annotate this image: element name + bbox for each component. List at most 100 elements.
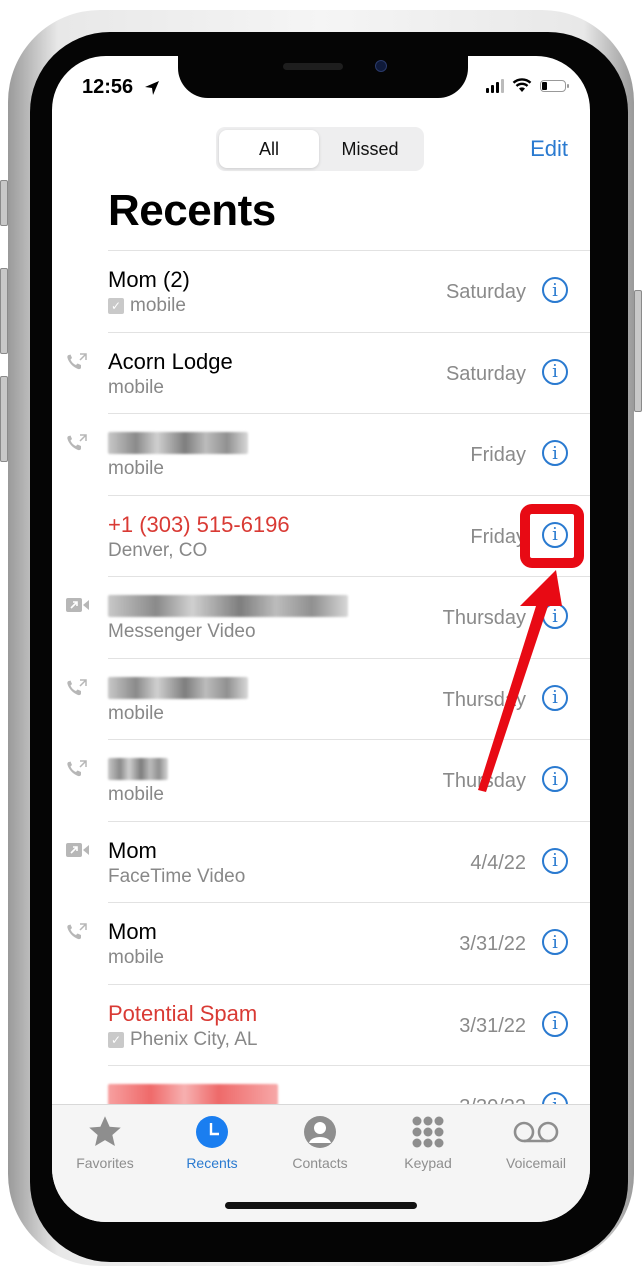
call-subtitle: FaceTime Video (108, 866, 245, 888)
page-title: Recents (108, 186, 276, 235)
redacted-contact-name (108, 595, 348, 617)
volume-down-button (0, 376, 8, 462)
info-button[interactable]: i (542, 684, 568, 711)
status-time: 12:56 (82, 76, 134, 98)
call-row[interactable]: Mom mobile 3/31/22 i (67, 902, 590, 984)
speaker-grille (283, 63, 343, 70)
front-camera (375, 60, 387, 72)
redacted-contact-name (108, 432, 248, 454)
info-button[interactable]: i (542, 440, 568, 466)
call-type-label: Denver, CO (108, 539, 208, 561)
tab-label: Recents (186, 1155, 238, 1171)
tab-recents[interactable]: Recents (162, 1113, 262, 1171)
call-date: 3/31/22 (459, 1014, 526, 1037)
voicemail-icon (513, 1121, 559, 1143)
call-subtitle: ✓ Phenix City, AL (108, 1029, 257, 1051)
call-subtitle: mobile (108, 377, 164, 399)
call-date: Friday (470, 525, 526, 548)
star-icon (89, 1116, 121, 1146)
call-subtitle: mobile (108, 947, 164, 969)
contact-name: Mom (108, 919, 157, 944)
volume-up-button (0, 268, 8, 354)
call-date: Saturday (445, 362, 526, 385)
call-row[interactable]: Potential Spam ✓ Phenix City, AL 3/31/22 i (108, 983, 590, 1066)
call-subtitle: mobile (108, 784, 164, 806)
call-date: Thursday (442, 688, 526, 711)
recents-list: Mom (2) ✓ mobile Saturday i Acorn Lodge mobile… (52, 250, 590, 1147)
checkmark-icon: ✓ (108, 298, 124, 314)
info-button[interactable]: i (542, 277, 568, 303)
call-row[interactable]: Mom FaceTime Video 4/4/22 i (66, 820, 590, 903)
call-subtitle: mobile (108, 458, 164, 480)
info-button[interactable]: i (542, 847, 568, 874)
outgoing-call-icon (66, 678, 88, 697)
tab-keypad[interactable]: Keypad (378, 1113, 478, 1171)
clock-icon (196, 1116, 228, 1148)
cellular-signal-icon (486, 78, 504, 93)
call-row[interactable]: mobile Thursday i (67, 657, 590, 740)
tab-label: Keypad (404, 1155, 452, 1171)
info-button[interactable]: i (542, 766, 568, 792)
call-date: Thursday (442, 770, 526, 792)
person-icon (304, 1116, 336, 1148)
status-icons (486, 78, 569, 93)
call-row[interactable]: Messenger Video Thursday i (66, 576, 590, 658)
outgoing-video-icon (66, 842, 89, 860)
info-button[interactable]: i (542, 358, 568, 385)
call-date: Thursday (442, 607, 526, 629)
tab-label: Voicemail (506, 1155, 566, 1171)
home-indicator[interactable] (225, 1202, 417, 1209)
outgoing-call-icon (66, 760, 88, 778)
contact-name: +1 (303) 515-6196 (108, 511, 290, 537)
tab-contacts[interactable]: Contacts (270, 1113, 370, 1171)
battery-icon (540, 79, 569, 92)
contact-name: Potential Spam (108, 1000, 258, 1026)
call-type-label: Phenix City, AL (130, 1028, 258, 1050)
outgoing-call-icon (66, 434, 88, 452)
tab-voicemail[interactable]: Voicemail (486, 1113, 586, 1171)
info-button[interactable]: i (542, 929, 568, 955)
location-arrow-icon (145, 81, 159, 95)
segmented-control: All Missed (216, 127, 424, 171)
call-row[interactable]: Mom (2) ✓ mobile Saturday i (108, 250, 590, 332)
call-subtitle: mobile (108, 703, 164, 725)
call-date: 4/4/22 (470, 851, 526, 874)
call-row[interactable]: +1 (303) 515-6196 Denver, CO Friday i (108, 494, 590, 577)
tab-label: Favorites (76, 1155, 134, 1171)
screen: 12:56 All Missed Edit Recents Mom (2) ✓ mo… (52, 56, 590, 1222)
call-type-label: FaceTime Video (108, 865, 246, 887)
battery-level (542, 81, 547, 90)
call-type-label: mobile (108, 784, 164, 805)
call-type-label: mobile (108, 702, 164, 724)
mute-switch (0, 180, 8, 226)
redacted-contact-name (108, 758, 168, 780)
call-type-label: mobile (108, 376, 164, 398)
call-date: 3/31/22 (459, 933, 526, 955)
checkmark-icon: ✓ (108, 1031, 124, 1048)
notch (178, 56, 468, 98)
call-row[interactable]: mobile Thursday i (67, 739, 590, 821)
call-type-label: mobile (108, 947, 164, 968)
segment-missed[interactable]: Missed (320, 130, 420, 168)
call-subtitle: Denver, CO (108, 540, 207, 562)
segment-all[interactable]: All (219, 130, 319, 168)
info-button[interactable]: i (542, 603, 568, 629)
contact-name: Mom (2) (108, 267, 190, 292)
outgoing-call-icon (66, 923, 88, 941)
call-row[interactable]: mobile Friday i (67, 413, 590, 495)
outgoing-call-icon (66, 352, 88, 371)
edit-button[interactable]: Edit (530, 136, 568, 162)
tab-label: Contacts (292, 1155, 348, 1171)
redacted-contact-name (108, 1084, 278, 1106)
call-subtitle: Messenger Video (108, 621, 256, 643)
contact-name: Mom (108, 837, 157, 863)
call-type-label: mobile (130, 295, 186, 316)
call-type-label: mobile (108, 458, 164, 479)
redacted-contact-name (108, 676, 248, 699)
call-subtitle: ✓ mobile (108, 295, 186, 317)
call-row[interactable]: Acorn Lodge mobile Saturday i (67, 331, 590, 414)
annotation-highlight-box (520, 504, 584, 568)
tab-favorites[interactable]: Favorites (55, 1113, 155, 1171)
call-type-label: Messenger Video (108, 621, 256, 642)
info-button[interactable]: i (542, 1010, 568, 1037)
